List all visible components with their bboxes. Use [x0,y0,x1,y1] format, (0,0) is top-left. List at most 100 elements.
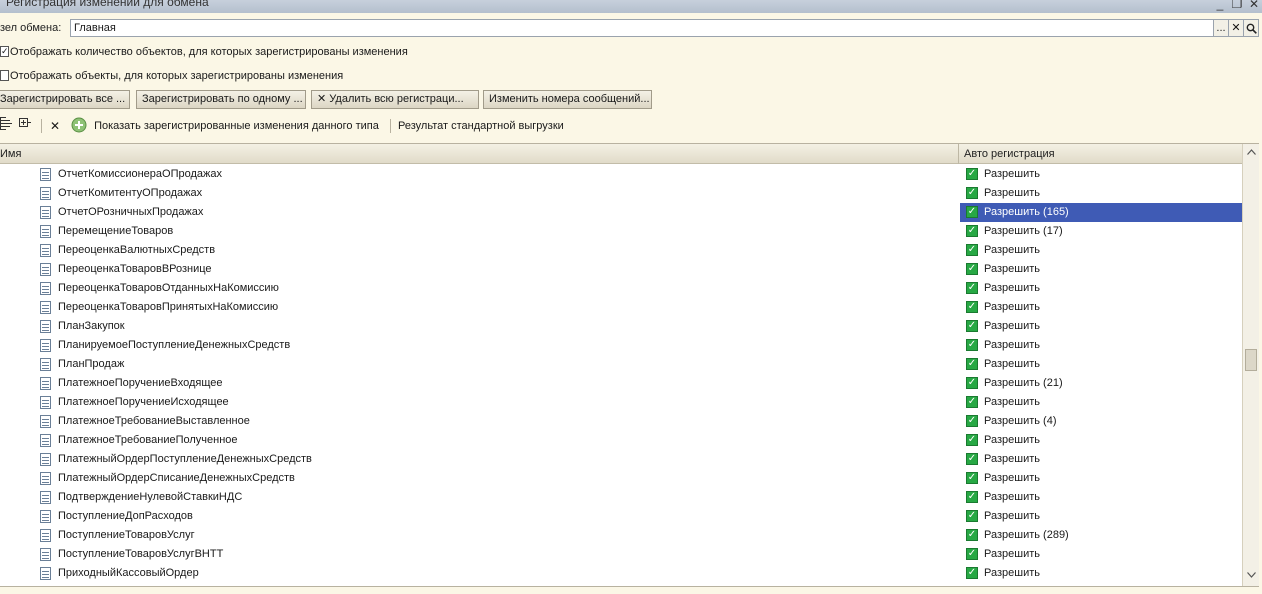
auto-registration-cell[interactable]: ✓ Разрешить [960,241,1242,260]
auto-registration-cell[interactable]: ✓ Разрешить [960,431,1242,450]
change-message-numbers-button[interactable]: Изменить номера сообщений... [483,90,652,109]
auto-registration-checkbox[interactable]: ✓ [966,415,978,427]
auto-registration-cell[interactable]: ✓ Разрешить [960,469,1242,488]
auto-registration-cell[interactable]: ✓ Разрешить (21) [960,374,1242,393]
table-row[interactable]: ПереоценкаТоваровВРознице ✓ Разрешить [0,260,1242,279]
show-registered-changes-button[interactable]: Показать зарегистрированные изменения да… [71,116,379,136]
auto-registration-checkbox[interactable]: ✓ [966,225,978,237]
table-row[interactable]: ПоступлениеТоваровУслуг ✓ Разрешить (289) [0,526,1242,545]
table-row[interactable]: ПоступлениеДопРасходов ✓ Разрешить [0,507,1242,526]
document-icon [40,358,51,371]
delete-all-registration-button[interactable]: ✕ Удалить всю регистраци... [311,90,479,109]
auto-registration-cell[interactable]: ✓ Разрешить [960,545,1242,564]
auto-registration-checkbox[interactable]: ✓ [966,168,978,180]
expand-tree-icon[interactable] [0,117,12,130]
table-row[interactable]: ПереоценкаВалютныхСредств ✓ Разрешить [0,241,1242,260]
auto-registration-checkbox[interactable]: ✓ [966,453,978,465]
scrollbar-thumb[interactable] [1245,349,1257,371]
auto-registration-cell[interactable]: ✓ Разрешить (17) [960,222,1242,241]
select-node-button[interactable]: ... [1213,19,1229,37]
auto-registration-cell[interactable]: ✓ Разрешить [960,393,1242,412]
auto-registration-checkbox[interactable]: ✓ [966,434,978,446]
auto-registration-cell[interactable]: ✓ Разрешить [960,507,1242,526]
auto-registration-cell[interactable]: ✓ Разрешить (4) [960,412,1242,431]
table-row[interactable]: ПодтверждениеНулевойСтавкиНДС ✓ Разрешить [0,488,1242,507]
auto-registration-cell[interactable]: ✓ Разрешить [960,355,1242,374]
auto-registration-cell[interactable]: ✓ Разрешить [960,336,1242,355]
auto-registration-checkbox[interactable]: ✓ [966,244,978,256]
auto-registration-cell[interactable]: ✓ Разрешить [960,317,1242,336]
auto-registration-checkbox[interactable]: ✓ [966,187,978,199]
table-row[interactable]: ПереоценкаТоваровПринятыхНаКомиссию ✓ Разр… [0,298,1242,317]
scroll-down-arrow[interactable] [1243,568,1259,584]
show-objects-option[interactable]: Отображать объекты, для которых зарегист… [0,69,343,83]
close-window-button[interactable]: ✕ [1247,0,1261,11]
table-row[interactable]: ПеремещениеТоваров ✓ Разрешить (17) [0,222,1242,241]
auto-registration-checkbox[interactable]: ✓ [966,510,978,522]
vertical-scrollbar[interactable] [1242,144,1259,586]
auto-registration-checkbox[interactable]: ✓ [966,567,978,579]
table-row[interactable]: ОтчетКомиссионераОПродажах ✓ Разрешить [0,165,1242,184]
auto-registration-cell[interactable]: ✓ Разрешить [960,298,1242,317]
auto-registration-checkbox[interactable]: ✓ [966,529,978,541]
auto-registration-checkbox[interactable]: ✓ [966,358,978,370]
auto-registration-cell[interactable]: ✓ Разрешить (289) [960,526,1242,545]
auto-registration-checkbox[interactable]: ✓ [966,206,978,218]
auto-registration-cell[interactable]: ✓ Разрешить [960,488,1242,507]
table-row[interactable]: ПриходныйКассовыйОрдер ✓ Разрешить [0,564,1242,583]
auto-registration-cell[interactable]: ✓ Разрешить [960,279,1242,298]
table-row[interactable]: ПланЗакупок ✓ Разрешить [0,317,1242,336]
open-node-button[interactable] [1243,19,1259,37]
scroll-up-arrow[interactable] [1243,145,1259,161]
table-row[interactable]: ПлатежныйОрдерПоступлениеДенежныхСредств… [0,450,1242,469]
column-header-auto-registration[interactable]: Авто регистрация [964,144,1055,164]
column-header-name[interactable]: Имя [0,144,21,164]
auto-registration-checkbox[interactable]: ✓ [966,301,978,313]
auto-registration-checkbox[interactable]: ✓ [966,339,978,351]
restore-button[interactable]: ❐ [1230,0,1244,11]
delete-registration-icon[interactable]: ✕ [50,116,60,136]
auto-registration-cell[interactable]: ✓ Разрешить [960,165,1242,184]
window-title: Регистрация изменений для обмена [6,0,209,9]
auto-registration-cell[interactable]: ✓ Разрешить (165) [960,203,1242,222]
show-count-checkbox[interactable]: ✓ [0,46,9,57]
auto-registration-checkbox[interactable]: ✓ [966,377,978,389]
auto-registration-cell[interactable]: ✓ Разрешить [960,564,1242,583]
minimize-button[interactable]: _ [1213,0,1227,11]
auto-registration-checkbox[interactable]: ✓ [966,263,978,275]
standard-export-result-button[interactable]: Результат стандартной выгрузки [398,116,564,136]
table-row[interactable]: ПлатежныйОрдерСписаниеДенежныхСредств ✓ Ра… [0,469,1242,488]
auto-registration-value: Разрешить [984,548,1040,560]
table-row[interactable]: ПоступлениеТоваровУслугВНТТ ✓ Разрешить [0,545,1242,564]
exchange-node-field[interactable]: Главная [70,19,1229,37]
table-row[interactable]: ПланируемоеПоступлениеДенежныхСредств ✓ Ра… [0,336,1242,355]
table-row[interactable]: ОтчетКомитентуОПродажах ✓ Разрешить [0,184,1242,203]
auto-registration-checkbox[interactable]: ✓ [966,548,978,560]
auto-registration-cell[interactable]: ✓ Разрешить [960,450,1242,469]
table-row[interactable]: ПлатежноеПоручениеВходящее ✓ Разрешить (21… [0,374,1242,393]
table-row[interactable]: ПлатежноеПоручениеИсходящее ✓ Разрешить [0,393,1242,412]
object-name: ПлатежноеТребованиеПолученное [58,434,238,446]
auto-registration-cell[interactable]: ✓ Разрешить [960,260,1242,279]
auto-registration-checkbox[interactable]: ✓ [966,472,978,484]
show-count-option[interactable]: ✓Отображать количество объектов, для кот… [0,45,408,59]
auto-registration-checkbox[interactable]: ✓ [966,396,978,408]
auto-registration-value: Разрешить [984,358,1040,370]
register-one-button[interactable]: Зарегистрировать по одному ... [136,90,306,109]
auto-registration-checkbox[interactable]: ✓ [966,282,978,294]
table-row[interactable]: ПереоценкаТоваровОтданныхНаКомиссию ✓ Разр… [0,279,1242,298]
collapse-tree-icon[interactable] [19,117,31,130]
auto-registration-checkbox[interactable]: ✓ [966,320,978,332]
table-row[interactable]: ПлатежноеТребованиеПолученное ✓ Разрешить [0,431,1242,450]
auto-registration-value: Разрешить (21) [984,377,1063,389]
auto-registration-checkbox[interactable]: ✓ [966,491,978,503]
table-row[interactable]: ПлатежноеТребованиеВыставленное ✓ Разрешит… [0,412,1242,431]
table-row[interactable]: ОтчетОРозничныхПродажах ✓ Разрешить (165) [0,203,1242,222]
register-all-button[interactable]: Зарегистрировать все ... [0,90,130,109]
column-divider[interactable] [958,144,959,164]
table-row[interactable]: ПланПродаж ✓ Разрешить [0,355,1242,374]
auto-registration-cell[interactable]: ✓ Разрешить [960,184,1242,203]
clear-node-button[interactable]: ✕ [1228,19,1244,37]
show-objects-checkbox[interactable] [0,70,9,81]
object-name: ПоступлениеТоваровУслуг [58,529,195,541]
